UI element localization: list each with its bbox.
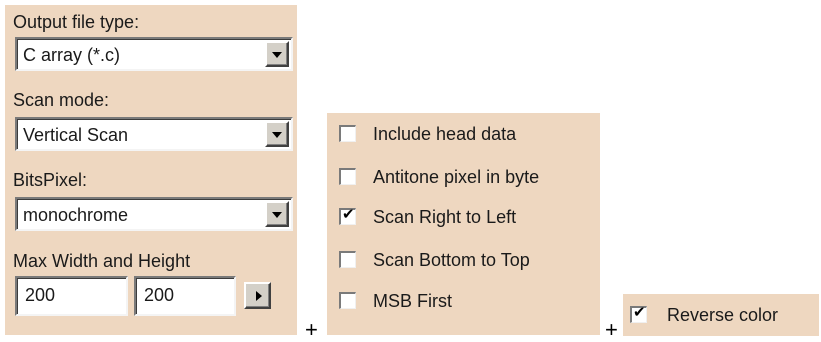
scan-bottom-to-top-label: Scan Bottom to Top: [373, 250, 530, 270]
include-head-data-checkbox[interactable]: [339, 125, 356, 142]
scan-right-to-left-label: Scan Right to Left: [373, 207, 517, 227]
output-file-type-select[interactable]: C array (*.c): [15, 37, 293, 71]
reverse-color-checkbox[interactable]: ✔: [630, 304, 647, 323]
max-height-input[interactable]: 200: [134, 276, 236, 316]
bits-pixel-dropdown-button[interactable]: [265, 201, 289, 227]
bits-pixel-value: monochrome: [23, 205, 129, 225]
chevron-down-icon: [272, 52, 282, 58]
reverse-color-panel: ✔ Reverse color: [623, 294, 819, 336]
reverse-color-label: Reverse color: [667, 305, 779, 325]
max-width-value: 200: [25, 285, 56, 305]
output-file-type-value: C array (*.c): [23, 45, 121, 65]
max-height-value: 200: [144, 285, 175, 305]
check-mark-icon: ✔: [342, 206, 355, 223]
max-width-input[interactable]: 200: [15, 276, 128, 316]
antitone-pixel-checkbox[interactable]: [339, 168, 356, 185]
max-size-label: Max Width and Height: [13, 251, 191, 271]
scan-mode-dropdown-button[interactable]: [265, 121, 289, 147]
chevron-down-icon: [272, 212, 282, 218]
scan-mode-select[interactable]: Vertical Scan: [15, 117, 293, 151]
scan-bottom-to-top-checkbox[interactable]: [339, 251, 356, 268]
bits-pixel-label: BitsPixel:: [13, 170, 88, 190]
output-file-type-dropdown-button[interactable]: [265, 41, 289, 67]
include-head-data-label: Include head data: [373, 124, 517, 144]
bits-pixel-select[interactable]: monochrome: [15, 197, 293, 231]
output-file-type-label: Output file type:: [13, 12, 140, 32]
scan-mode-value: Vertical Scan: [23, 125, 129, 145]
check-mark-icon: ✔: [633, 304, 646, 321]
options-panel: Include head data Antitone pixel in byte…: [327, 113, 600, 335]
msb-first-label: MSB First: [373, 291, 452, 311]
msb-first-checkbox[interactable]: [339, 292, 356, 309]
scan-mode-label: Scan mode:: [13, 90, 110, 110]
scan-right-to-left-checkbox[interactable]: ✔: [339, 206, 356, 225]
apply-size-button[interactable]: [244, 282, 271, 309]
arrow-right-icon: [255, 290, 262, 301]
antitone-pixel-label: Antitone pixel in byte: [373, 167, 540, 187]
settings-panel: Output file type: C array (*.c) Scan mod…: [5, 5, 297, 335]
chevron-down-icon: [272, 132, 282, 138]
